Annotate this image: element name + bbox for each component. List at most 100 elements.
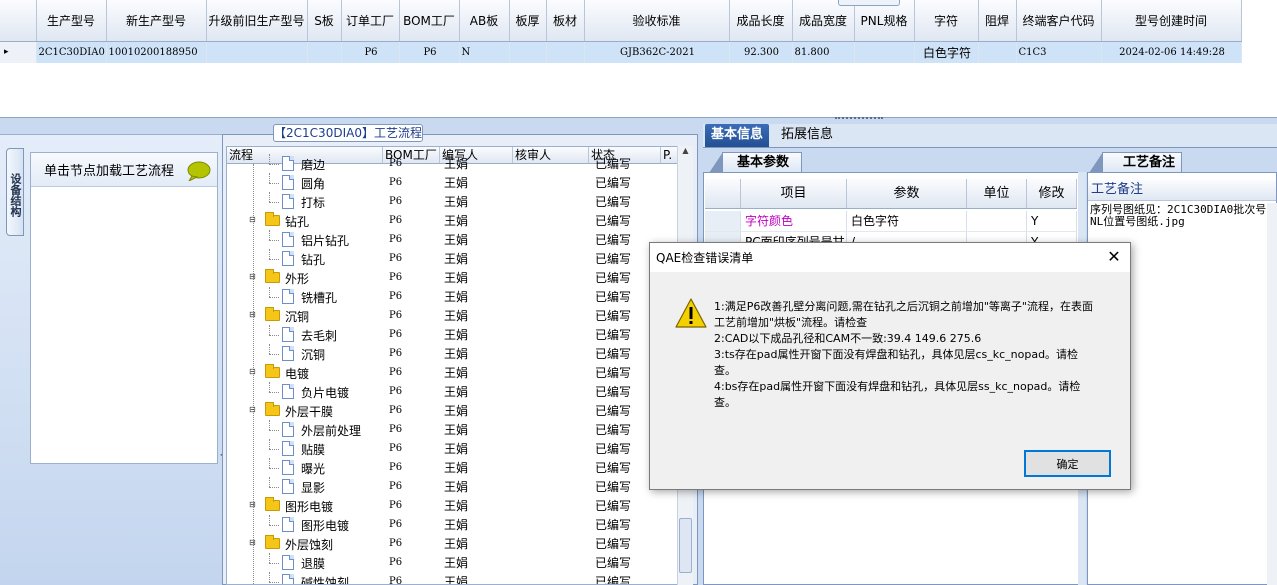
process-node[interactable]: 磨边 [227,154,383,173]
process-notes-text[interactable]: 序列号图纸见：2C1C30DIA0批次号PNL位置号图纸.jpg [1090,204,1276,228]
process-tree-row[interactable]: 铝片钻孔 P6 王娟 已编写 [227,230,677,249]
tree-collapse-icon[interactable]: ⊟ [249,311,256,319]
process-bom-cell[interactable]: P6 [383,234,440,245]
order-cell[interactable] [206,41,308,63]
process-bom-cell[interactable]: P6 [383,329,440,340]
tree-collapse-icon[interactable]: ⊟ [249,216,256,224]
process-node[interactable]: 圆角 [227,173,383,192]
horizontal-splitter[interactable] [835,117,883,122]
basic-column-header[interactable]: 项目 [741,179,847,208]
tab-basic-info[interactable]: 基本信息 [705,124,770,147]
scroll-up-arrow-icon[interactable]: ▲ [678,146,693,155]
process-tree-row[interactable]: 负片电镀 P6 王娟 已编写 [227,382,677,401]
process-author-cell[interactable]: 王娟 [440,155,513,172]
process-bom-cell[interactable]: P6 [383,253,440,264]
process-node[interactable]: 曝光 [227,458,383,477]
order-cell[interactable]: 2C1C30DIA0 [36,41,107,63]
process-bom-cell[interactable]: P6 [383,443,440,454]
basic-column-header[interactable]: 参数 [847,179,967,208]
process-author-cell[interactable]: 王娟 [440,554,513,571]
order-cell[interactable]: 92.300 [729,41,793,63]
process-author-cell[interactable]: 王娟 [440,573,513,584]
order-column-header[interactable]: 型号创建时间 [1101,0,1242,42]
process-tree-row[interactable]: 沉铜 P6 王娟 已编写 [227,344,677,363]
process-author-cell[interactable]: 王娟 [440,250,513,267]
order-column-header[interactable]: 升级前旧生产型号 [206,0,308,42]
process-bom-cell[interactable]: P6 [383,291,440,302]
order-cell[interactable] [854,41,915,63]
process-status-cell[interactable]: 已编写 [589,174,661,191]
process-author-cell[interactable]: 王娟 [440,383,513,400]
scroll-thumb[interactable] [679,518,692,573]
order-cell[interactable] [509,41,547,63]
process-author-cell[interactable]: 王娟 [440,516,513,533]
process-bom-cell[interactable]: P6 [383,158,440,169]
process-tree-row[interactable]: ⊟ 外形 P6 王娟 已编写 [227,268,677,287]
process-author-cell[interactable]: 王娟 [440,345,513,362]
process-node[interactable]: ⊟ 钻孔 [227,211,383,230]
basic-column-header[interactable]: 单位 [967,179,1027,208]
process-bom-cell[interactable]: P6 [383,538,440,549]
order-cell[interactable]: 10010200188950 [106,41,207,63]
process-node[interactable]: ⊟ 外形 [227,268,383,287]
process-author-cell[interactable]: 王娟 [440,288,513,305]
tree-collapse-icon[interactable]: ⊟ [249,406,256,414]
process-status-cell[interactable]: 已编写 [589,193,661,210]
order-cell[interactable]: 2024-02-06 14:49:28 [1101,41,1242,63]
order-column-header[interactable]: S板 [307,0,342,42]
order-cell[interactable] [978,41,1017,63]
collapsed-panel-tab[interactable] [838,0,900,6]
order-row-selected[interactable]: ▸ 2C1C30DIA0 10010200188950 P6 P6 N GJB362C-20… [0,41,1242,63]
process-author-cell[interactable]: 王娟 [440,174,513,191]
order-column-header[interactable]: 终端客户代码 [1016,0,1102,42]
process-tree-row[interactable]: 贴膜 P6 王娟 已编写 [227,439,677,458]
process-bom-cell[interactable]: P6 [383,215,440,226]
process-node[interactable]: 图形电镀 [227,515,383,534]
process-tree-row[interactable]: 去毛刺 P6 王娟 已编写 [227,325,677,344]
tab-basic-params[interactable]: 基本参数 [709,152,802,173]
process-tree-row[interactable]: ⊟ 钻孔 P6 王娟 已编写 [227,211,677,230]
process-tree-row[interactable]: ⊟ 图形电镀 P6 王娟 已编写 [227,496,677,515]
order-column-header[interactable]: 成品宽度 [792,0,855,42]
process-node[interactable]: ⊟ 电镀 [227,363,383,382]
order-cell[interactable]: C1C3 [1016,41,1102,63]
process-tree-row[interactable]: 曝光 P6 王娟 已编写 [227,458,677,477]
process-tree-row[interactable]: ⊟ 沉铜 P6 王娟 已编写 [227,306,677,325]
process-status-cell[interactable]: 已编写 [589,554,661,571]
basic-param-value-cell[interactable]: 白色字符 [847,211,967,231]
process-author-cell[interactable]: 王娟 [440,212,513,229]
process-bom-cell[interactable]: P6 [383,557,440,568]
process-bom-cell[interactable]: P6 [383,519,440,530]
process-node[interactable]: 铝片钻孔 [227,230,383,249]
load-process-box[interactable]: 单击节点加载工艺流程 [30,152,218,464]
process-notes-scrollbar[interactable] [1267,203,1277,585]
order-cell[interactable]: 白色字符 [914,41,979,63]
process-bom-cell[interactable]: P6 [383,424,440,435]
process-author-cell[interactable]: 王娟 [440,459,513,476]
process-tree-row[interactable]: ⊟ 外层干膜 P6 王娟 已编写 [227,401,677,420]
process-author-cell[interactable]: 王娟 [440,421,513,438]
process-tree-row[interactable]: 外层前处理 P6 王娟 已编写 [227,420,677,439]
order-column-header[interactable]: 字符 [914,0,979,42]
process-node[interactable]: 负片电镀 [227,382,383,401]
process-node[interactable]: 铣槽孔 [227,287,383,306]
order-column-header[interactable]: PNL规格 [854,0,915,42]
process-author-cell[interactable]: 王娟 [440,535,513,552]
process-node[interactable]: 退膜 [227,553,383,572]
process-status-cell[interactable]: 已编写 [589,573,661,584]
process-author-cell[interactable]: 王娟 [440,307,513,324]
basic-param-modify-cell[interactable]: Y [1027,211,1077,231]
order-column-header[interactable]: AB板 [459,0,510,42]
process-author-cell[interactable]: 王娟 [440,269,513,286]
order-cell[interactable]: GJB362C-2021 [584,41,730,63]
order-column-header[interactable]: 生产型号 [36,0,107,42]
process-author-cell[interactable]: 王娟 [440,440,513,457]
process-tree-row[interactable]: 打标 P6 王娟 已编写 [227,192,677,211]
order-column-header[interactable]: 订单工厂 [341,0,400,42]
process-node[interactable]: 去毛刺 [227,325,383,344]
tree-collapse-icon[interactable]: ⊟ [249,501,256,509]
process-author-cell[interactable]: 王娟 [440,193,513,210]
process-tree-row[interactable]: 显影 P6 王娟 已编写 [227,477,677,496]
tree-collapse-icon[interactable]: ⊟ [249,539,256,547]
order-cell[interactable] [546,41,585,63]
